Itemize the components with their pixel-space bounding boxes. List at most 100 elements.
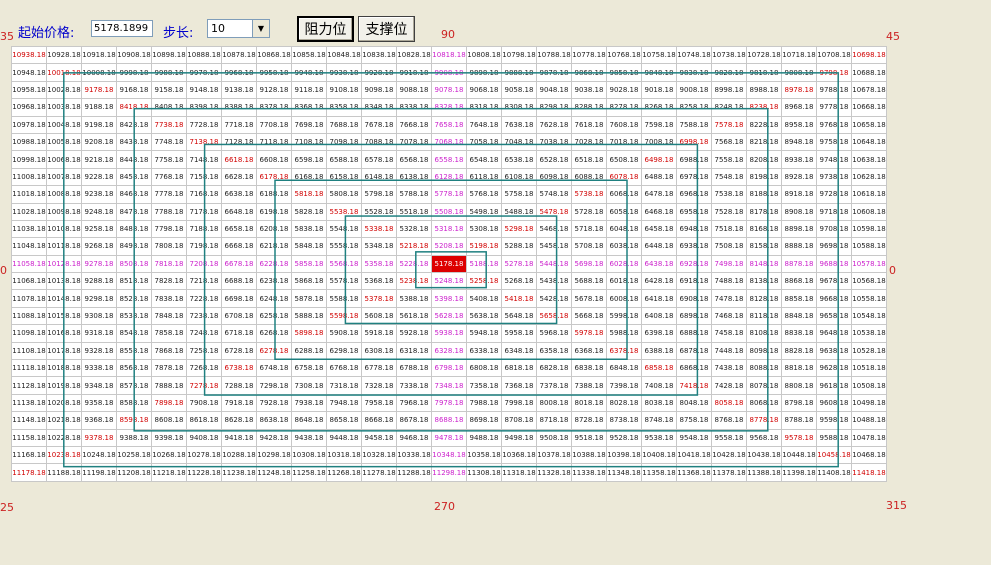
grid-cell: 9228.18 xyxy=(81,167,117,187)
grid-cell: 9858.18 xyxy=(606,63,642,82)
grid-cell: 6908.18 xyxy=(676,289,712,308)
grid-cell: 9288.18 xyxy=(81,272,117,291)
grid-cell: 8518.18 xyxy=(116,272,152,291)
grid-cell: 7128.18 xyxy=(221,132,257,152)
grid-cell: 7298.18 xyxy=(256,376,292,395)
grid-cell: 10098.18 xyxy=(46,202,82,221)
grid-cell: 5248.18 xyxy=(431,272,467,291)
grid-cell: 6868.18 xyxy=(676,359,712,378)
grid-cell: 10298.18 xyxy=(256,445,292,465)
grid-cell: 10898.18 xyxy=(151,45,187,65)
grid-cell: 10138.18 xyxy=(46,272,82,291)
grid-cell: 7808.18 xyxy=(151,237,187,256)
grid-cell: 10228.18 xyxy=(46,428,82,447)
grid-cell: 10168.18 xyxy=(46,324,82,343)
grid-cell: 7088.18 xyxy=(361,132,397,152)
grid-cell: 9608.18 xyxy=(816,393,852,413)
grid-cell: 8568.18 xyxy=(116,359,152,378)
grid-cell: 8188.18 xyxy=(746,185,782,204)
grid-cell: 5878.18 xyxy=(291,289,327,308)
grid-cell: 8788.18 xyxy=(781,411,817,430)
grid-cell: 10358.18 xyxy=(466,445,502,465)
grid-cell: 5608.18 xyxy=(361,306,397,326)
grid-cell: 8218.18 xyxy=(746,132,782,152)
grid-row: 11108.18 10178.18 9328.18 8558.18 7868.18 725… xyxy=(11,341,887,361)
chevron-down-icon[interactable]: ▼ xyxy=(252,20,269,37)
grid-cell: 11278.18 xyxy=(361,463,397,482)
grid-cell: 8118.18 xyxy=(746,306,782,326)
start-price-input[interactable] xyxy=(91,20,153,37)
grid-cell: 8988.18 xyxy=(746,80,782,100)
grid-cell: 9268.18 xyxy=(81,237,117,256)
support-button[interactable]: 支撑位 xyxy=(358,16,415,42)
grid-cell: 9368.18 xyxy=(81,411,117,430)
grid-cell: 5188.18 xyxy=(466,254,502,274)
grid-cell: 9818.18 xyxy=(746,63,782,82)
grid-cell: 6578.18 xyxy=(361,150,397,169)
grid-cell: 8208.18 xyxy=(746,150,782,169)
grid-cell: 6688.18 xyxy=(221,272,257,291)
grid-cell: 6048.18 xyxy=(606,219,642,239)
grid-cell: 9108.18 xyxy=(326,80,362,100)
grid-cell: 6378.18 xyxy=(606,341,642,361)
grid-cell: 10798.18 xyxy=(501,45,537,65)
grid-cell: 5438.18 xyxy=(536,272,572,291)
grid-cell: 11138.18 xyxy=(11,393,47,413)
grid-cell: 9788.18 xyxy=(816,80,852,100)
grid-cell: 7968.18 xyxy=(396,393,432,413)
grid-cell: 8688.18 xyxy=(431,411,467,430)
grid-row: 10968.18 10038.18 9188.18 8418.18 8408.18 839… xyxy=(11,98,887,117)
grid-cell: 6098.18 xyxy=(536,167,572,187)
grid-cell: 5638.18 xyxy=(466,306,502,326)
grid-cell: 5728.18 xyxy=(571,202,607,221)
grid-cell: 5838.18 xyxy=(291,219,327,239)
grid-cell: 10278.18 xyxy=(186,445,222,465)
grid-cell: 9318.18 xyxy=(81,324,117,343)
grid-cell: 8478.18 xyxy=(116,202,152,221)
grid-cell: 7948.18 xyxy=(326,393,362,413)
resistance-button[interactable]: 阻力位 xyxy=(297,16,354,42)
grid-cell: 8818.18 xyxy=(781,359,817,378)
grid-cell: 6638.18 xyxy=(221,185,257,204)
grid-cell: 6028.18 xyxy=(606,254,642,274)
grid-row: 10938.18 10928.18 10918.18 10908.18 10898.18… xyxy=(11,45,887,65)
grid-cell: 8968.18 xyxy=(781,98,817,117)
grid-cell: 9578.18 xyxy=(781,428,817,447)
grid-cell: 9068.18 xyxy=(466,80,502,100)
grid-cell: 9028.18 xyxy=(606,80,642,100)
grid-cell: 9968.18 xyxy=(221,63,257,82)
grid-cell: 7148.18 xyxy=(186,150,222,169)
grid-cell: 6518.18 xyxy=(571,150,607,169)
grid-cell: 8108.18 xyxy=(746,324,782,343)
grid-cell: 6008.18 xyxy=(606,289,642,308)
grid-cell: 7978.18 xyxy=(431,393,467,413)
grid-cell: 6208.18 xyxy=(256,219,292,239)
grid-cell: 8598.18 xyxy=(116,411,152,430)
grid-cell: 9098.18 xyxy=(361,80,397,100)
grid-cell: 6348.18 xyxy=(501,341,537,361)
grid-cell: 9958.18 xyxy=(256,63,292,82)
grid-cell: 10708.18 xyxy=(816,45,852,65)
grid-cell: 6608.18 xyxy=(256,150,292,169)
step-select[interactable]: 10 ▼ xyxy=(207,19,270,38)
grid-cell: 6498.18 xyxy=(641,150,677,169)
grid-cell: 11128.18 xyxy=(11,376,47,395)
grid-cell: 6388.18 xyxy=(641,341,677,361)
grid-cell: 5708.18 xyxy=(571,237,607,256)
grid-cell: 6728.18 xyxy=(221,341,257,361)
grid-cell: 10308.18 xyxy=(291,445,327,465)
grid-cell: 6298.18 xyxy=(326,341,362,361)
grid-cell: 6308.18 xyxy=(361,341,397,361)
grid-cell: 10038.18 xyxy=(46,98,82,117)
grid-cell: 7898.18 xyxy=(151,393,187,413)
grid-cell: 9988.18 xyxy=(151,63,187,82)
grid-cell: 7218.18 xyxy=(186,272,222,291)
grid-cell: 11058.18 xyxy=(11,254,47,274)
grid-cell: 9258.18 xyxy=(81,219,117,239)
grid-cell: 9588.18 xyxy=(816,428,852,447)
grid-cell: 5858.18 xyxy=(291,254,327,274)
grid-cell: 10638.18 xyxy=(851,150,887,169)
grid-cell: 9648.18 xyxy=(816,324,852,343)
grid-cell: 11298.18 xyxy=(431,463,467,482)
grid-cell: 5928.18 xyxy=(396,324,432,343)
